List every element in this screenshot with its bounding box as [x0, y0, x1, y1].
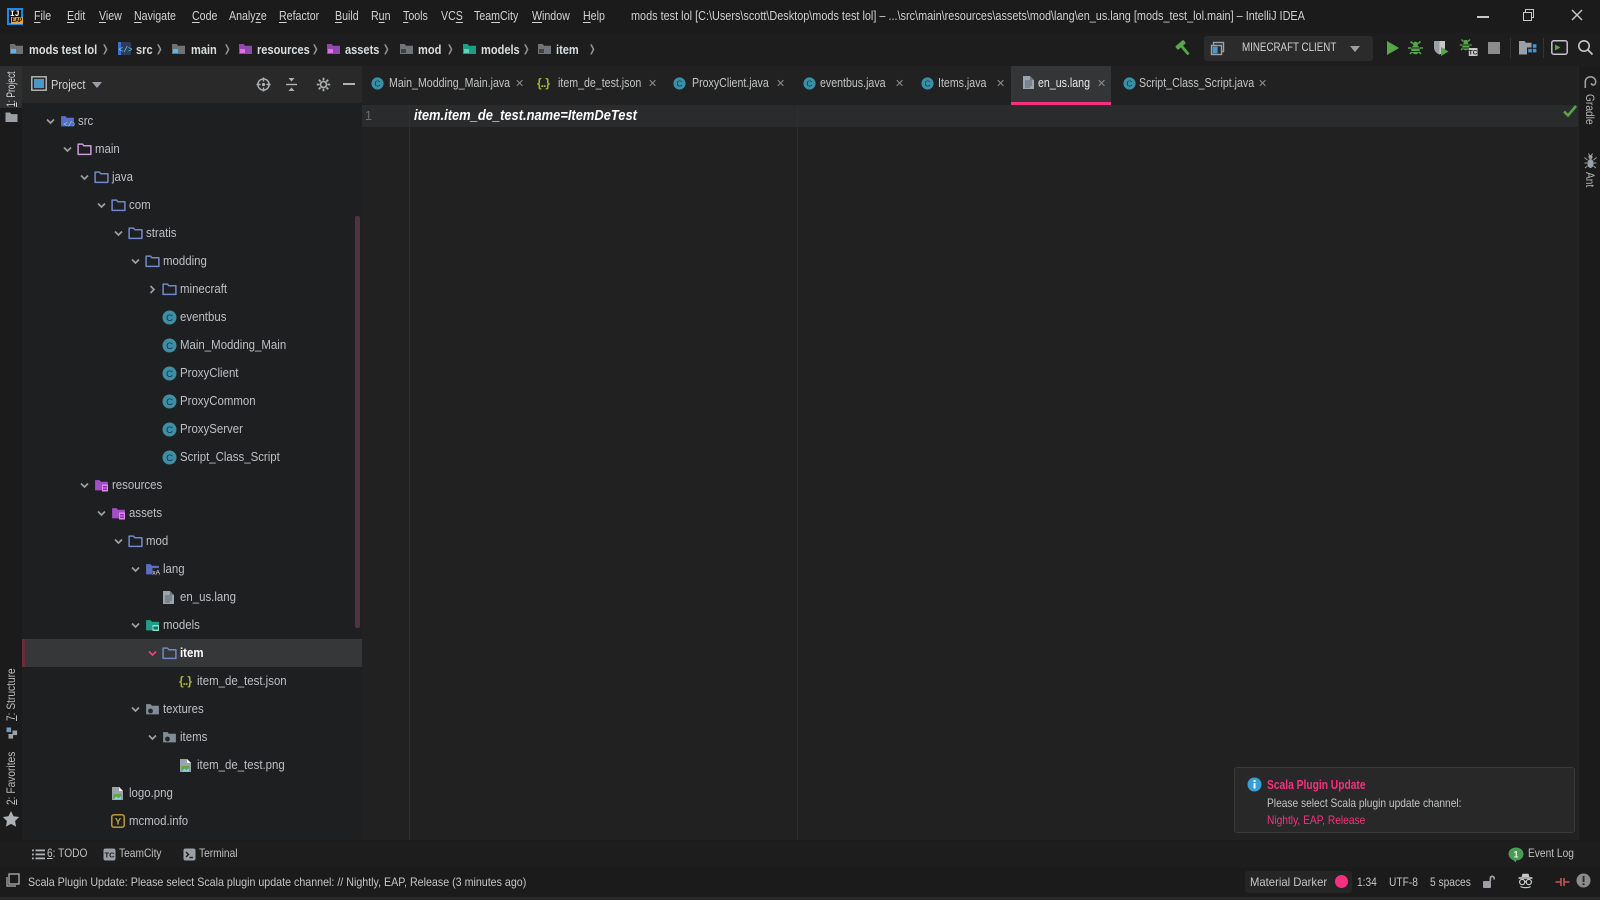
svg-text:C: C — [1127, 80, 1133, 89]
svg-text:C: C — [677, 80, 683, 89]
svg-text:1: 1 — [1513, 849, 1518, 859]
svg-text:Y: Y — [115, 817, 122, 828]
svg-text:C: C — [925, 80, 931, 89]
svg-text:</>: </> — [63, 122, 75, 129]
svg-text:C: C — [807, 80, 813, 89]
svg-text:TC: TC — [105, 851, 116, 860]
svg-text:C: C — [375, 80, 381, 89]
svg-text:C: C — [166, 453, 173, 464]
svg-text:TC: TC — [1469, 49, 1478, 56]
svg-text:C: C — [166, 341, 173, 352]
svg-text:C: C — [166, 313, 173, 324]
svg-text:</>: </> — [118, 46, 132, 55]
svg-text:C: C — [166, 425, 173, 436]
svg-text:C: C — [166, 369, 173, 380]
svg-text:xA: xA — [152, 570, 160, 576]
svg-text:C: C — [166, 397, 173, 408]
